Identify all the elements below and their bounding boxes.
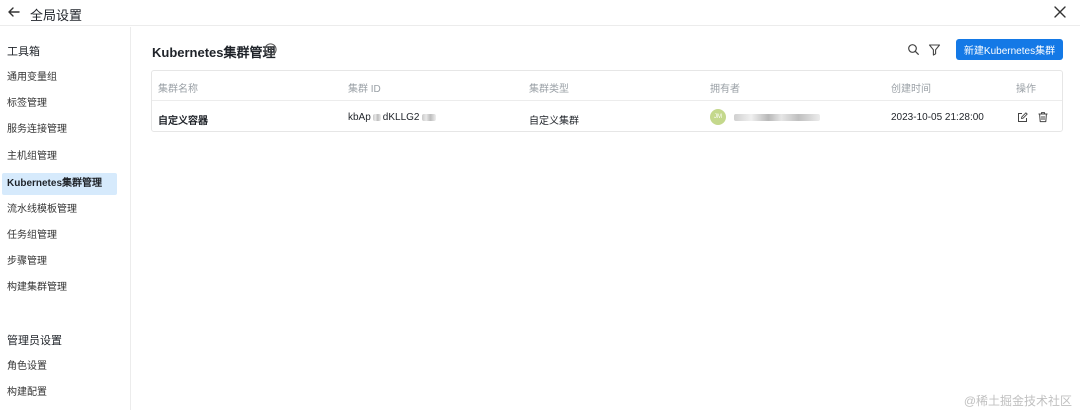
edit-icon[interactable] [1017, 112, 1028, 123]
sidebar-item-task-groups[interactable]: 任务组管理 [2, 225, 117, 247]
top-bar: 全局设置 [0, 0, 1080, 26]
sidebar-item-tags[interactable]: 标签管理 [2, 93, 117, 115]
help-icon[interactable] [264, 43, 277, 56]
cluster-id: kbAp dKLLG2 [348, 112, 438, 123]
cluster-name[interactable]: 自定义容器 [158, 112, 208, 127]
sidebar: 工具箱 通用变量组 标签管理 服务连接管理 主机组管理 Kubernetes集群… [0, 27, 131, 410]
sidebar-item-build-config[interactable]: 构建配置 [2, 382, 117, 404]
section-title: Kubernetes集群管理 [152, 45, 276, 60]
sidebar-item-build-clusters[interactable]: 构建集群管理 [2, 277, 117, 299]
column-header-actions: 操作 [1016, 84, 1036, 95]
column-header-created: 创建时间 [891, 84, 931, 95]
sidebar-item-pipeline-templates[interactable]: 流水线模板管理 [2, 199, 117, 221]
sidebar-group-admin: 管理员设置 [7, 335, 62, 347]
cluster-table: 集群名称 集群 ID 集群类型 拥有者 创建时间 操作 自定义容器 kbAp dK… [151, 70, 1063, 132]
watermark: @稀土掘金技术社区 [963, 394, 1072, 408]
avatar: JM [710, 109, 726, 125]
table-header: 集群名称 集群 ID 集群类型 拥有者 创建时间 操作 [152, 71, 1062, 101]
column-header-id: 集群 ID [348, 84, 381, 95]
redacted-owner-name [734, 114, 820, 121]
cluster-type: 自定义集群 [529, 116, 579, 127]
column-header-owner: 拥有者 [710, 84, 740, 95]
table-row[interactable]: 自定义容器 kbAp dKLLG2 自定义集群 JM 2023-10-05 21:… [152, 102, 1062, 132]
created-time: 2023-10-05 21:28:00 [891, 112, 984, 123]
delete-icon[interactable] [1037, 111, 1049, 123]
sidebar-item-host-groups[interactable]: 主机组管理 [2, 146, 117, 168]
new-kubernetes-cluster-button[interactable]: 新建Kubernetes集群 [956, 39, 1063, 60]
column-header-name: 集群名称 [158, 84, 198, 95]
sidebar-item-service-connections[interactable]: 服务连接管理 [2, 119, 117, 141]
sidebar-item-steps[interactable]: 步骤管理 [2, 251, 117, 273]
arrow-left-icon[interactable] [5, 3, 23, 21]
redacted-id-fragment [421, 113, 436, 121]
page-title: 全局设置 [30, 8, 83, 23]
redacted-id-fragment [372, 113, 381, 121]
filter-icon[interactable] [928, 43, 941, 56]
close-icon[interactable] [1052, 4, 1068, 20]
sidebar-item-roles[interactable]: 角色设置 [2, 356, 117, 378]
column-header-type: 集群类型 [529, 84, 569, 95]
sidebar-item-variable-groups[interactable]: 通用变量组 [2, 67, 117, 89]
sidebar-item-kubernetes[interactable]: Kubernetes集群管理 [2, 173, 117, 195]
sidebar-group-toolbox: 工具箱 [7, 46, 40, 58]
search-icon[interactable] [907, 43, 920, 56]
